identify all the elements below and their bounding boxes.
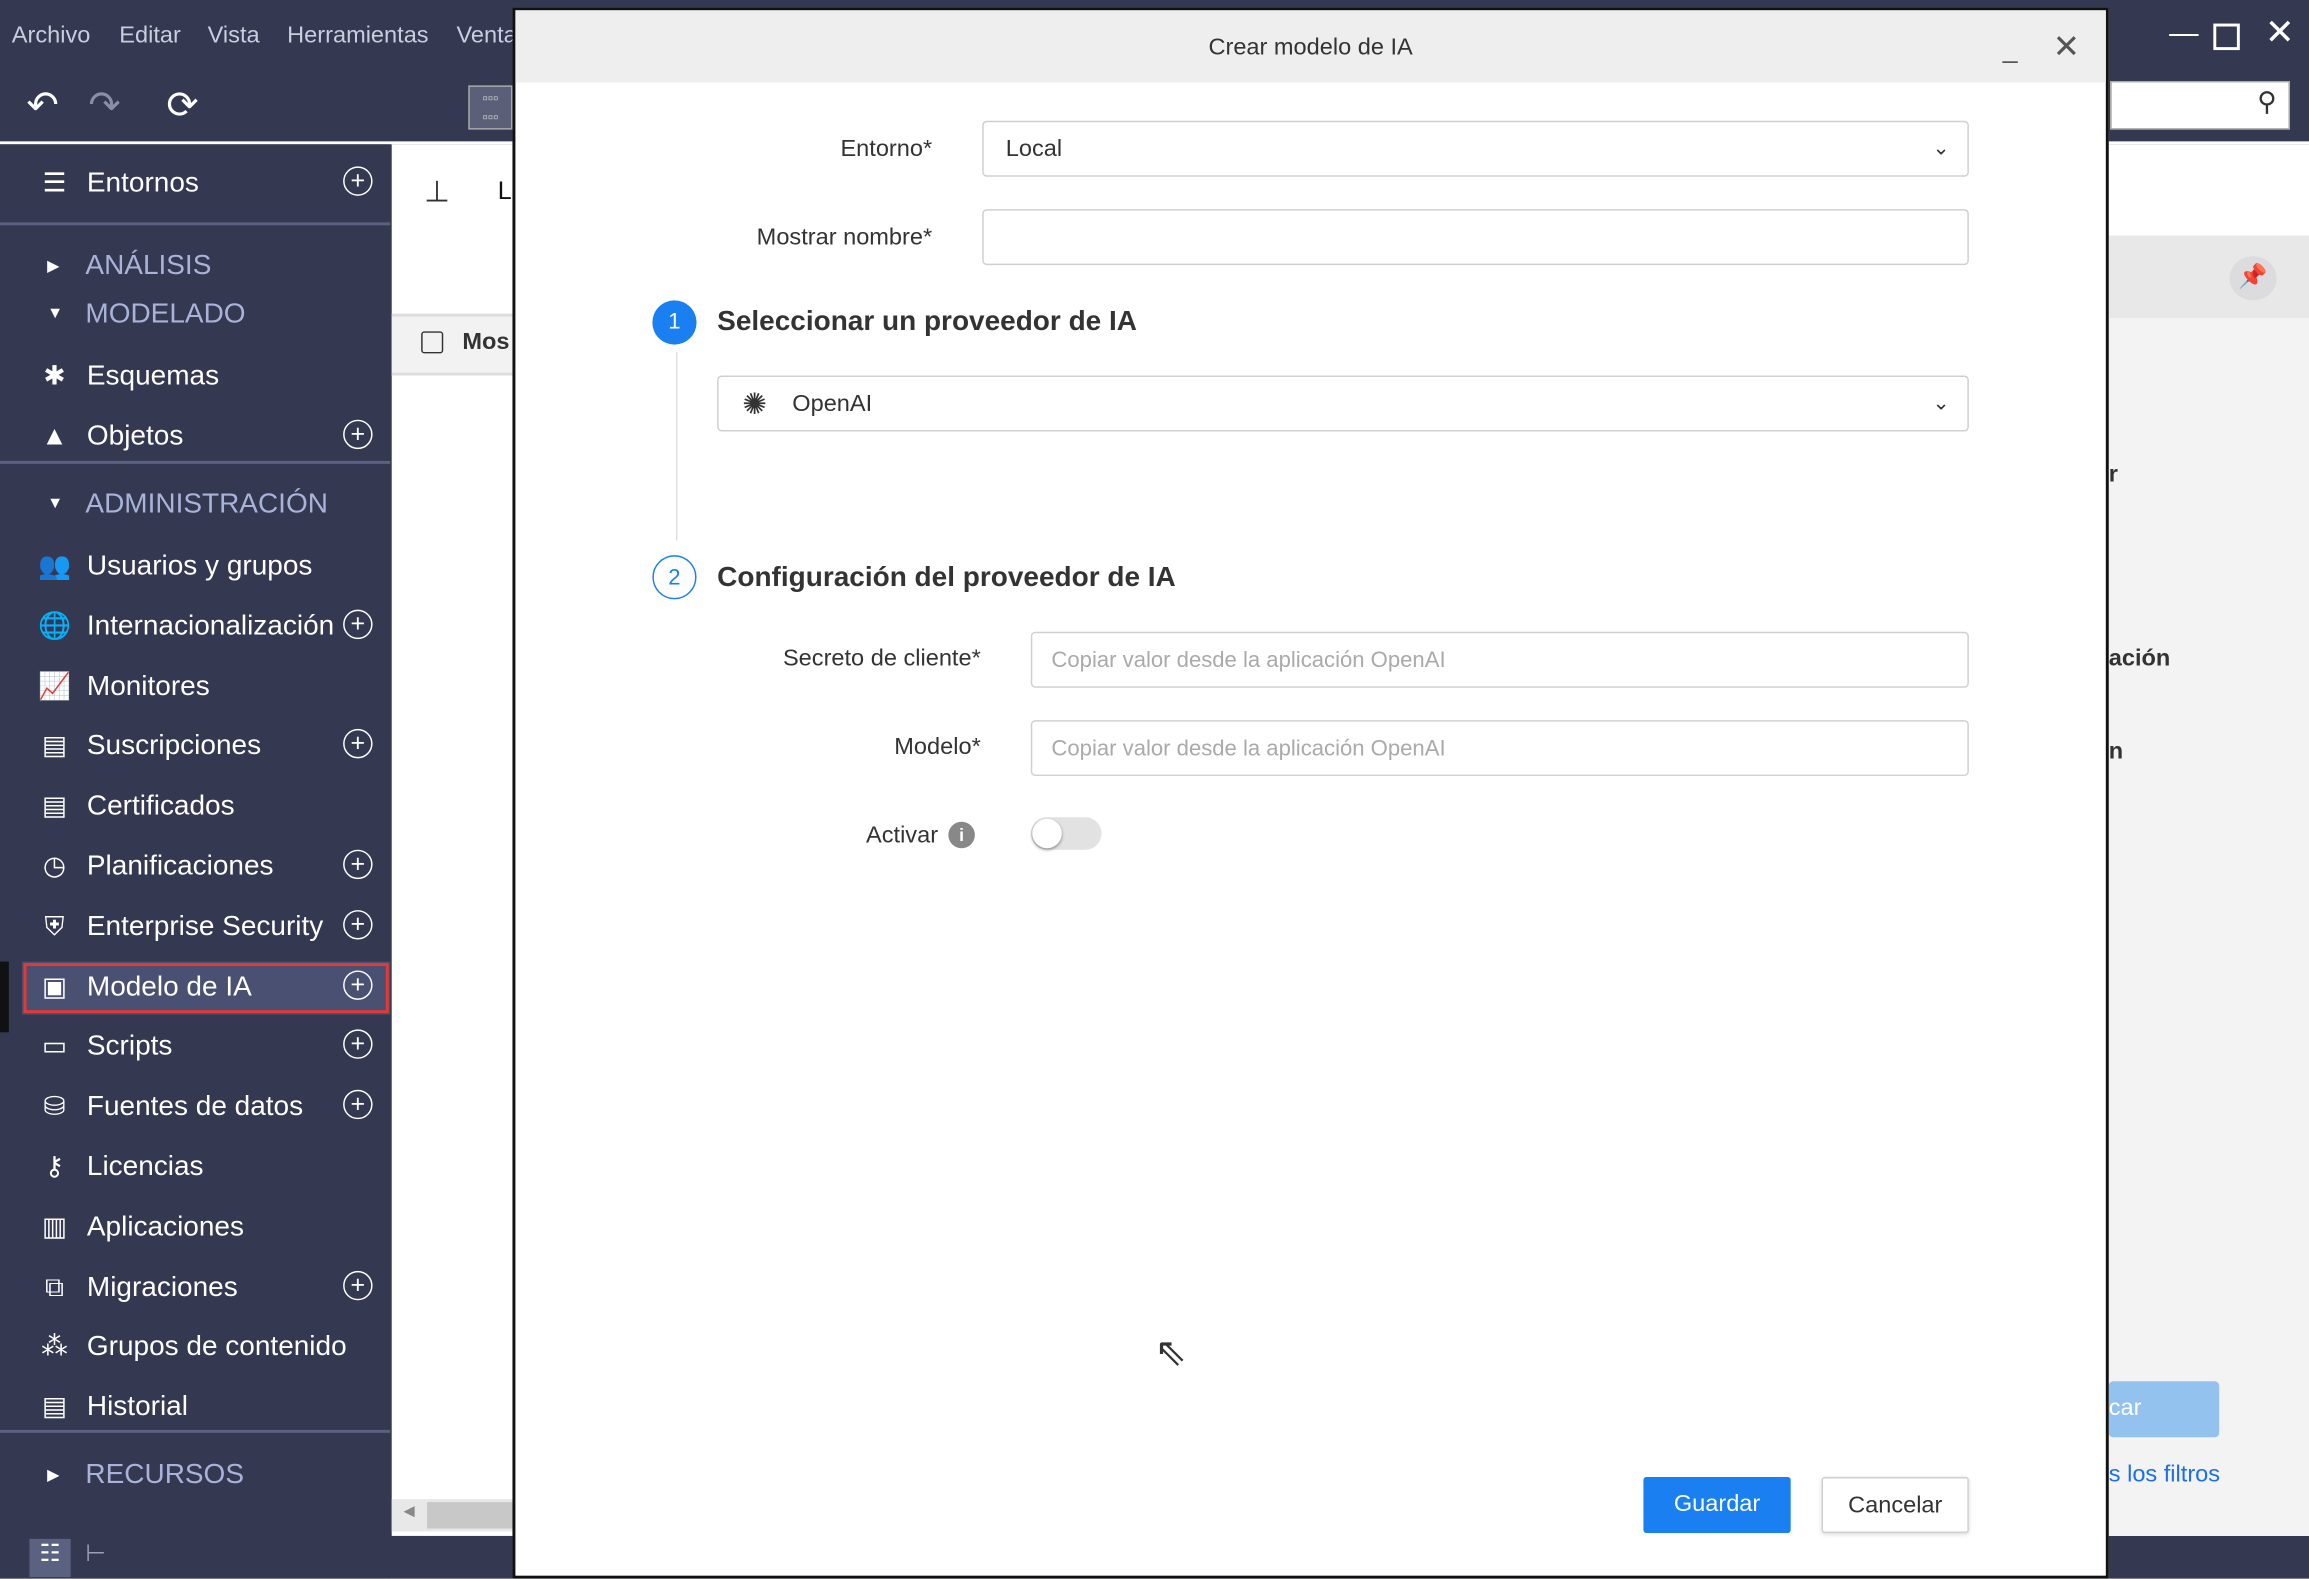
- refresh-icon[interactable]: ⟳: [166, 82, 198, 128]
- openai-logo-icon: ✺: [742, 388, 767, 422]
- enterprise-security-icon: ⛨: [44, 911, 65, 941]
- suscripciones-icon: ▤: [41, 730, 68, 761]
- add-icon[interactable]: +: [343, 609, 373, 639]
- info-icon[interactable]: i: [948, 821, 975, 849]
- add-icon[interactable]: +: [343, 909, 373, 940]
- pin-icon[interactable]: 📌: [2229, 256, 2277, 301]
- sidebar-item-suscripciones[interactable]: ▤ Suscripciones +: [0, 721, 390, 774]
- add-icon[interactable]: +: [343, 1090, 373, 1120]
- sidebar-item-migraciones[interactable]: ⧉ Migraciones +: [0, 1261, 390, 1314]
- chevron-down-icon: ⌄: [1932, 135, 1950, 160]
- dialog-close-icon[interactable]: ✕: [2053, 28, 2080, 66]
- esquemas-icon: ✱: [43, 360, 66, 391]
- maximize-icon[interactable]: [2213, 23, 2240, 51]
- objetos-icon: ▲: [41, 420, 68, 451]
- scripts-icon: ▭: [41, 1031, 68, 1061]
- dialog-title: Crear modelo de IA: [1208, 35, 1413, 61]
- cancel-button[interactable]: Cancelar: [1821, 1477, 1969, 1533]
- internacionalizacion-icon: 🌐: [38, 610, 72, 641]
- add-icon[interactable]: +: [343, 419, 373, 449]
- sidebar-item-usuarios-y-grupos[interactable]: 👥 Usuarios y grupos: [0, 540, 390, 593]
- sidebar-item-certificados[interactable]: ▤ Certificados: [0, 781, 390, 834]
- dialog-titlebar: Crear modelo de IA _ ✕: [515, 10, 2106, 83]
- client-secret-input[interactable]: Copiar valor desde la aplicación OpenAI: [1030, 631, 1969, 688]
- apply-button[interactable]: car: [2108, 1381, 2220, 1438]
- add-icon[interactable]: +: [343, 1029, 373, 1060]
- menu-editar[interactable]: Editar: [119, 24, 181, 51]
- monitores-icon: 📈: [38, 670, 72, 701]
- sidebar-item-enterprise-security[interactable]: ⛨ Enterprise Security +: [0, 901, 390, 954]
- undo-icon[interactable]: ↶: [27, 82, 59, 128]
- close-icon[interactable]: ✕: [2265, 12, 2295, 55]
- sidebar-item-entornos[interactable]: ☰ Entornos +: [0, 158, 390, 211]
- hierarchy-icon: ⊥: [424, 176, 450, 210]
- nombre-input[interactable]: [982, 209, 1969, 266]
- aplicaciones-icon: ▥: [41, 1211, 68, 1242]
- chevron-down-icon: ⌄: [1932, 390, 1950, 414]
- search-input[interactable]: ⚲: [2110, 80, 2290, 130]
- menu-archivo[interactable]: Archivo: [12, 24, 91, 51]
- grid-view-icon[interactable]: ▫▫▫ ▫▫▫: [468, 85, 513, 130]
- save-button[interactable]: Guardar: [1643, 1477, 1791, 1533]
- sidebar-item-licencias[interactable]: ⚷ Licencias: [0, 1141, 390, 1194]
- mouse-cursor-icon: ⇖: [1154, 1329, 1187, 1374]
- sidebar-item-internacionalizacion[interactable]: 🌐 Internacionalización +: [0, 601, 390, 654]
- create-ai-model-dialog: Crear modelo de IA _ ✕ Entorno* Local ⌄ M…: [512, 7, 2109, 1579]
- sidebar-item-modelo-de-ia[interactable]: ▣ Modelo de IA +: [22, 961, 391, 1015]
- server-icon: ☰: [42, 167, 67, 198]
- dialog-minimize-icon[interactable]: _: [2003, 34, 2018, 65]
- redo-icon[interactable]: ↷: [88, 82, 120, 128]
- sidebar-item-grupos-de-contenido[interactable]: ⁂ Grupos de contenido: [0, 1321, 390, 1374]
- minimize-icon[interactable]: —: [2169, 18, 2198, 52]
- model-input[interactable]: Copiar valor desde la aplicación OpenAI: [1030, 720, 1969, 777]
- add-icon[interactable]: +: [343, 729, 373, 759]
- grupos-de-contenido-icon: ⁂: [41, 1331, 68, 1362]
- sidebar-item-aplicaciones[interactable]: ▥ Aplicaciones: [0, 1201, 390, 1254]
- select-all-checkbox[interactable]: [421, 331, 444, 354]
- horizontal-scrollbar[interactable]: ◀: [391, 1499, 525, 1532]
- step-2-badge: 2: [652, 555, 697, 600]
- menu-vista[interactable]: Vista: [208, 24, 260, 51]
- sidebar-item-fuentes-de-datos[interactable]: ⛁ Fuentes de datos +: [0, 1081, 390, 1134]
- search-icon: ⚲: [2257, 86, 2277, 117]
- licencias-icon: ⚷: [44, 1151, 65, 1182]
- add-icon[interactable]: +: [343, 969, 373, 1000]
- add-icon[interactable]: +: [343, 1270, 373, 1300]
- add-icon[interactable]: +: [343, 166, 373, 196]
- add-icon[interactable]: +: [343, 849, 373, 880]
- planificaciones-icon: ◷: [42, 851, 67, 881]
- migraciones-icon: ⧉: [45, 1271, 64, 1302]
- sidebar-item-scripts[interactable]: ▭ Scripts +: [0, 1021, 390, 1074]
- clear-filters-link[interactable]: s los filtros: [2109, 1462, 2220, 1489]
- step-1-badge: 1: [652, 300, 697, 345]
- activar-toggle[interactable]: [1030, 817, 1102, 850]
- sidebar-item-planificaciones[interactable]: ◷ Planificaciones +: [0, 841, 390, 894]
- sidebar: ☰ Entornos + ▶ ANÁLISIS ▼ MODELADO ✱ Esquem…: [0, 144, 391, 1579]
- list-view-icon[interactable]: ☷: [29, 1538, 71, 1578]
- sidebar-item-historial[interactable]: ▤ Historial: [0, 1382, 390, 1435]
- sidebar-item-monitores[interactable]: 📈 Monitores: [0, 661, 390, 714]
- sidebar-item-objetos[interactable]: ▲ Objetos +: [0, 411, 390, 464]
- modelo-de-ia-icon: ▣: [41, 971, 68, 1001]
- fuentes-de-datos-icon: ⛁: [43, 1091, 66, 1121]
- historial-icon: ▤: [41, 1391, 68, 1422]
- menu-herramientas[interactable]: Herramientas: [287, 24, 428, 51]
- sidebar-item-esquemas[interactable]: ✱ Esquemas: [0, 350, 390, 403]
- usuarios-y-grupos-icon: 👥: [38, 550, 72, 581]
- entorno-select[interactable]: Local ⌄: [982, 120, 1969, 177]
- certificados-icon: ▤: [41, 791, 68, 821]
- provider-select[interactable]: ✺ OpenAI ⌄: [717, 375, 1969, 432]
- tree-view-icon[interactable]: ⊢: [85, 1539, 106, 1568]
